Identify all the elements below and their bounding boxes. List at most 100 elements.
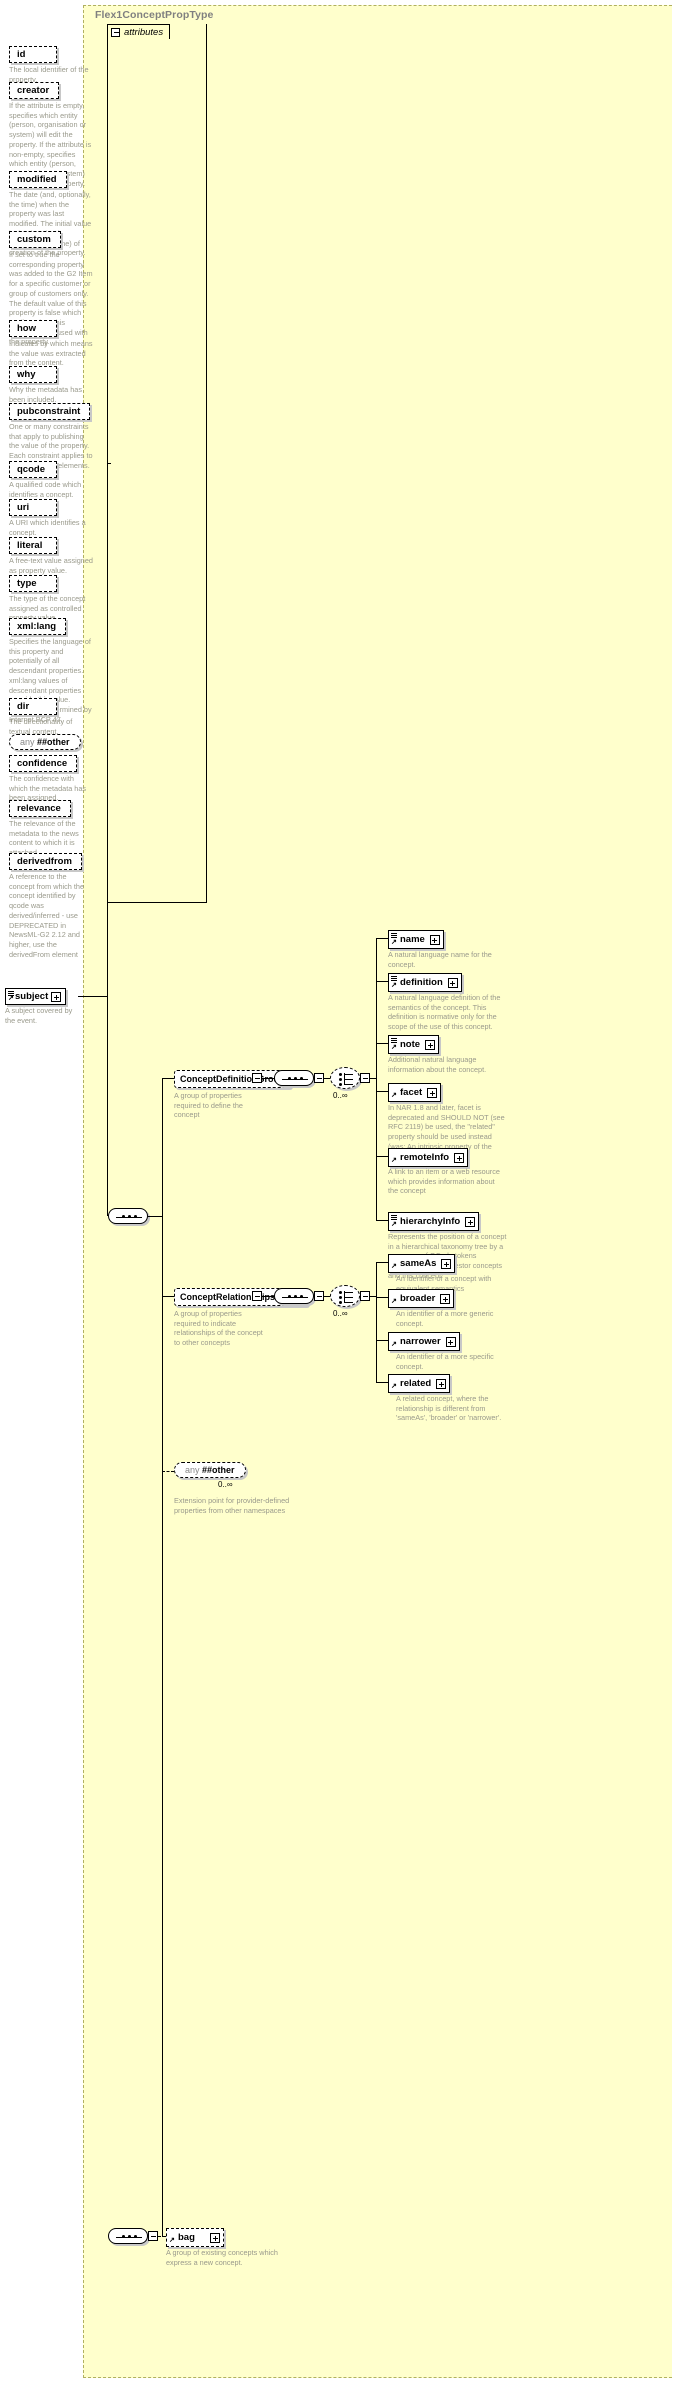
element-arrow-icon: ↗ <box>169 2237 175 2244</box>
connector-line <box>376 1262 388 1263</box>
expand-plus-icon[interactable] <box>210 2232 220 2243</box>
element-sameas[interactable]: ↗ sameAs <box>388 1254 456 1273</box>
attribute-chip[interactable]: xml:lang <box>9 618 67 635</box>
attribute-qcode[interactable]: qcode A qualified code which identifies … <box>0 459 100 499</box>
element-narrower[interactable]: ↗ narrower <box>388 1332 460 1351</box>
connector-line <box>376 1156 388 1157</box>
attributes-tab[interactable]: attributes <box>107 24 171 39</box>
element-broader[interactable]: ↗ broader <box>388 1289 455 1308</box>
sequence-connector-definition[interactable] <box>274 1070 314 1086</box>
sequence-connector-relationships[interactable] <box>274 1288 314 1304</box>
attribute-uri[interactable]: uri A URI which identifies a concept. <box>0 497 100 537</box>
connector-line <box>262 1078 274 1079</box>
attribute-description: A reference to the concept from which th… <box>9 872 85 959</box>
connector-line <box>376 938 388 939</box>
attribute-chip[interactable]: creator <box>9 82 60 99</box>
attribute-confidence[interactable]: confidence The confidence with which the… <box>0 753 100 803</box>
connector-line-dashed <box>162 1471 174 1472</box>
any-wildcard-chip[interactable]: any ##other <box>9 734 81 750</box>
element-note[interactable]: ↗ note <box>388 1035 440 1054</box>
attribute-chip[interactable]: confidence <box>9 755 78 772</box>
element-label: bag <box>178 2232 195 2243</box>
collapse-minus-icon[interactable] <box>314 1073 324 1083</box>
expand-plus-icon[interactable] <box>427 1087 438 1098</box>
attribute-chip[interactable]: derivedfrom <box>9 853 82 870</box>
attribute-chip[interactable]: dir <box>9 698 57 715</box>
attribute-chip[interactable]: type <box>9 575 57 592</box>
element-label: related <box>400 1378 432 1389</box>
attribute-id[interactable]: id The local identifier of the property. <box>0 44 100 84</box>
expand-plus-icon[interactable] <box>445 1336 456 1347</box>
collapse-minus-icon[interactable] <box>360 1291 370 1301</box>
element-remoteinfo[interactable]: ↗ remoteInfo <box>388 1148 469 1167</box>
attribute-chip[interactable]: uri <box>9 499 57 516</box>
sequence-connector-main[interactable] <box>108 1208 148 1224</box>
occurrence-indicator: 0..∞ <box>333 1091 348 1100</box>
connector-line <box>107 463 111 464</box>
element-hierarchyinfo[interactable]: ↗ hierarchyInfo <box>388 1212 480 1231</box>
connector-line <box>376 981 388 982</box>
attribute-why[interactable]: why Why the metadata has been included. <box>0 364 100 404</box>
extension-any-other[interactable]: any ##other <box>174 1462 246 1478</box>
attribute-dir[interactable]: dir The directionality of textual conten… <box>0 696 100 736</box>
collapse-minus-icon[interactable] <box>360 1073 370 1083</box>
collapse-minus-icon[interactable] <box>314 1291 324 1301</box>
element-arrow-icon: ↗ <box>391 1383 397 1390</box>
choice-connector-relationships[interactable] <box>330 1285 360 1307</box>
element-facet[interactable]: ↗ facet <box>388 1083 442 1102</box>
expand-plus-icon[interactable] <box>51 991 62 1002</box>
attribute-chip[interactable]: qcode <box>9 461 57 478</box>
attribute-chip[interactable]: pubconstraint <box>9 403 91 420</box>
expand-plus-icon[interactable] <box>429 934 440 945</box>
connector-line <box>376 1262 377 1382</box>
group-label: ConceptDefinitionGroup <box>180 1074 285 1084</box>
any-prefix: any <box>185 1465 200 1475</box>
group-concept-definition[interactable]: ConceptDefinitionGroup <box>174 1070 291 1088</box>
element-arrow-icon: ↗ <box>391 939 397 946</box>
element-name[interactable]: ↗ name <box>388 930 444 949</box>
expand-plus-icon[interactable] <box>441 1258 452 1269</box>
expand-plus-icon[interactable] <box>436 1378 447 1389</box>
choice-connector-definition[interactable] <box>330 1067 360 1089</box>
attribute-literal[interactable]: literal A free-text value assigned as pr… <box>0 535 100 575</box>
expand-plus-icon[interactable] <box>447 977 458 988</box>
attribute-chip[interactable]: id <box>9 46 57 63</box>
connector-line <box>162 1296 174 1297</box>
attribute-chip[interactable]: custom <box>9 231 61 248</box>
attribute-chip[interactable]: relevance <box>9 800 71 817</box>
attribute-chip[interactable]: modified <box>9 171 67 188</box>
collapse-minus-icon[interactable] <box>252 1291 262 1301</box>
attribute-how[interactable]: how Indicates by which means the value w… <box>0 318 100 368</box>
element-bag[interactable]: ↗ bag <box>166 2228 224 2247</box>
attribute-any-other[interactable]: any ##other <box>0 732 100 750</box>
element-label: subject <box>15 991 49 1002</box>
element-attributes-icon <box>391 1215 397 1220</box>
attribute-chip[interactable]: literal <box>9 537 57 554</box>
attribute-derivedfrom[interactable]: derivedfrom A reference to the concept f… <box>0 851 100 959</box>
connector-line-dashed <box>162 1296 163 1471</box>
connector-line <box>162 1078 174 1079</box>
attribute-relevance[interactable]: relevance The relevance of the metadata … <box>0 798 100 858</box>
expand-plus-icon[interactable] <box>465 1216 476 1227</box>
sequence-connector-bag[interactable] <box>108 2228 148 2244</box>
collapse-minus-icon[interactable] <box>252 1073 262 1083</box>
element-label: facet <box>400 1087 423 1098</box>
expand-plus-icon[interactable] <box>454 1152 465 1163</box>
group-description: A group of properties required to define… <box>174 1091 243 1120</box>
element-related[interactable]: ↗ related <box>388 1374 451 1393</box>
element-subject[interactable]: ↗ subject <box>5 988 67 1005</box>
expand-plus-icon[interactable] <box>425 1039 436 1050</box>
element-label: broader <box>400 1293 436 1304</box>
any-namespace: ##other <box>202 1465 235 1475</box>
element-label: name <box>400 934 425 945</box>
collapse-minus-icon[interactable] <box>111 27 120 37</box>
expand-plus-icon[interactable] <box>440 1293 451 1304</box>
element-arrow-icon: ↗ <box>8 995 14 1002</box>
collapse-minus-icon[interactable] <box>148 2231 158 2241</box>
attribute-chip[interactable]: how <box>9 320 57 337</box>
element-definition[interactable]: ↗ definition <box>388 973 462 992</box>
element-arrow-icon: ↗ <box>391 1221 397 1228</box>
element-arrow-icon: ↗ <box>391 1157 397 1164</box>
any-namespace: ##other <box>37 737 70 747</box>
attribute-chip[interactable]: why <box>9 366 57 383</box>
